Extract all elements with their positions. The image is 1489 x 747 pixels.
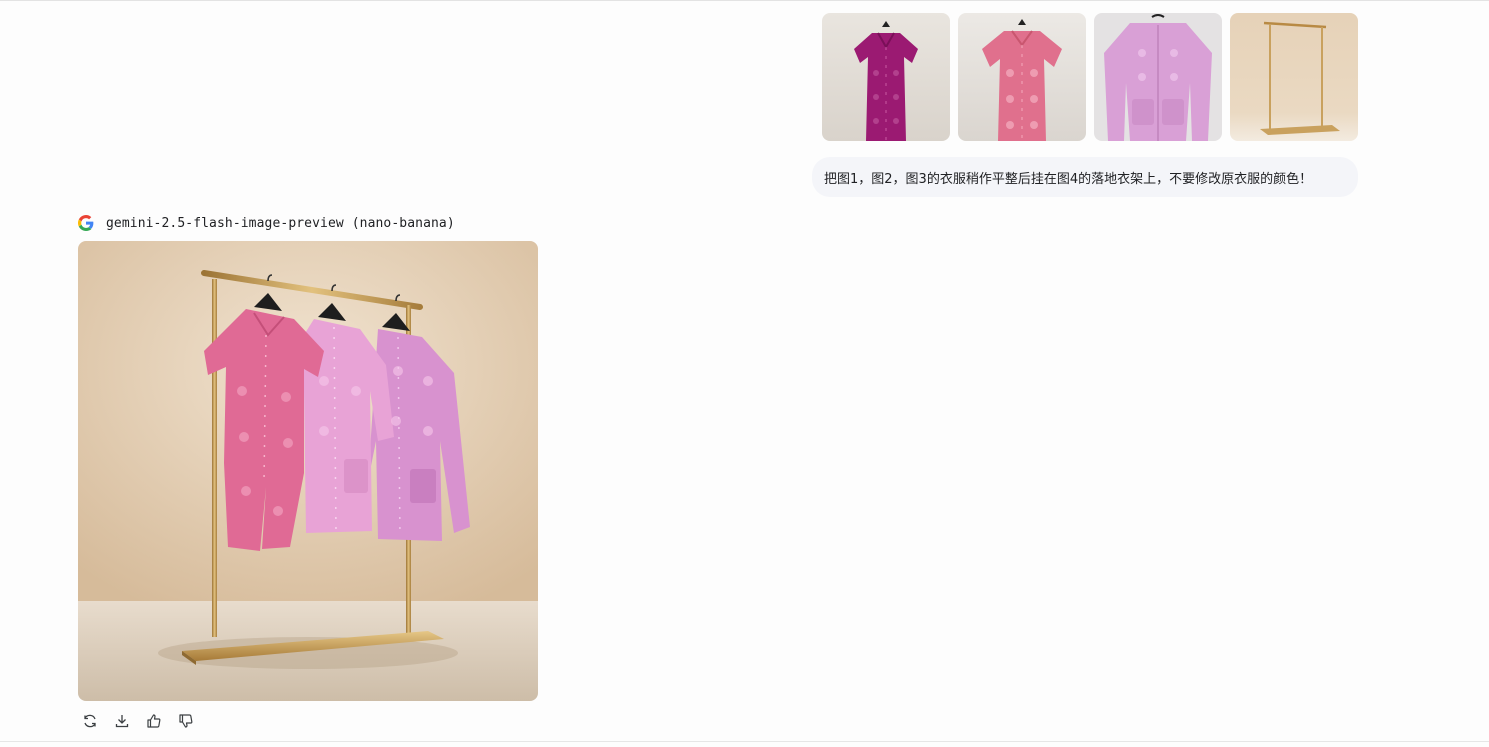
thumbs-down-icon <box>179 714 193 728</box>
download-button[interactable] <box>110 709 134 733</box>
top-divider <box>0 0 1489 1</box>
attachment-thumbnail-2[interactable] <box>958 13 1086 141</box>
google-g-icon <box>78 215 94 231</box>
attachment-thumbnail-4[interactable] <box>1230 13 1358 141</box>
download-icon <box>115 715 129 728</box>
magenta-dress-thumbnail <box>822 13 950 141</box>
attachment-thumbnail-3[interactable] <box>1094 13 1222 141</box>
like-button[interactable] <box>142 709 166 733</box>
regenerate-button[interactable] <box>78 709 102 733</box>
response-action-bar <box>78 709 206 733</box>
pink-dress-thumbnail <box>958 13 1086 141</box>
refresh-icon <box>84 714 96 728</box>
user-prompt-bubble: 把图1，图2，图3的衣服稍作平整后挂在图4的落地衣架上，不要修改原衣服的颜色！ <box>812 157 1358 197</box>
attachment-thumbnail-1[interactable] <box>822 13 950 141</box>
model-label-row: gemini-2.5-flash-image-preview (nano-ban… <box>78 213 455 233</box>
thumbs-up-icon <box>147 714 161 728</box>
user-prompt-text: 把图1，图2，图3的衣服稍作平整后挂在图4的落地衣架上，不要修改原衣服的颜色！ <box>824 171 1313 187</box>
gold-clothing-rack-thumbnail <box>1230 13 1358 141</box>
generated-rack-with-three-garments <box>78 241 538 701</box>
lilac-cardigan-thumbnail <box>1094 13 1222 141</box>
generated-image[interactable] <box>78 241 538 701</box>
model-name: gemini-2.5-flash-image-preview (nano-ban… <box>106 215 455 231</box>
bottom-divider <box>0 741 1489 742</box>
dislike-button[interactable] <box>174 709 198 733</box>
